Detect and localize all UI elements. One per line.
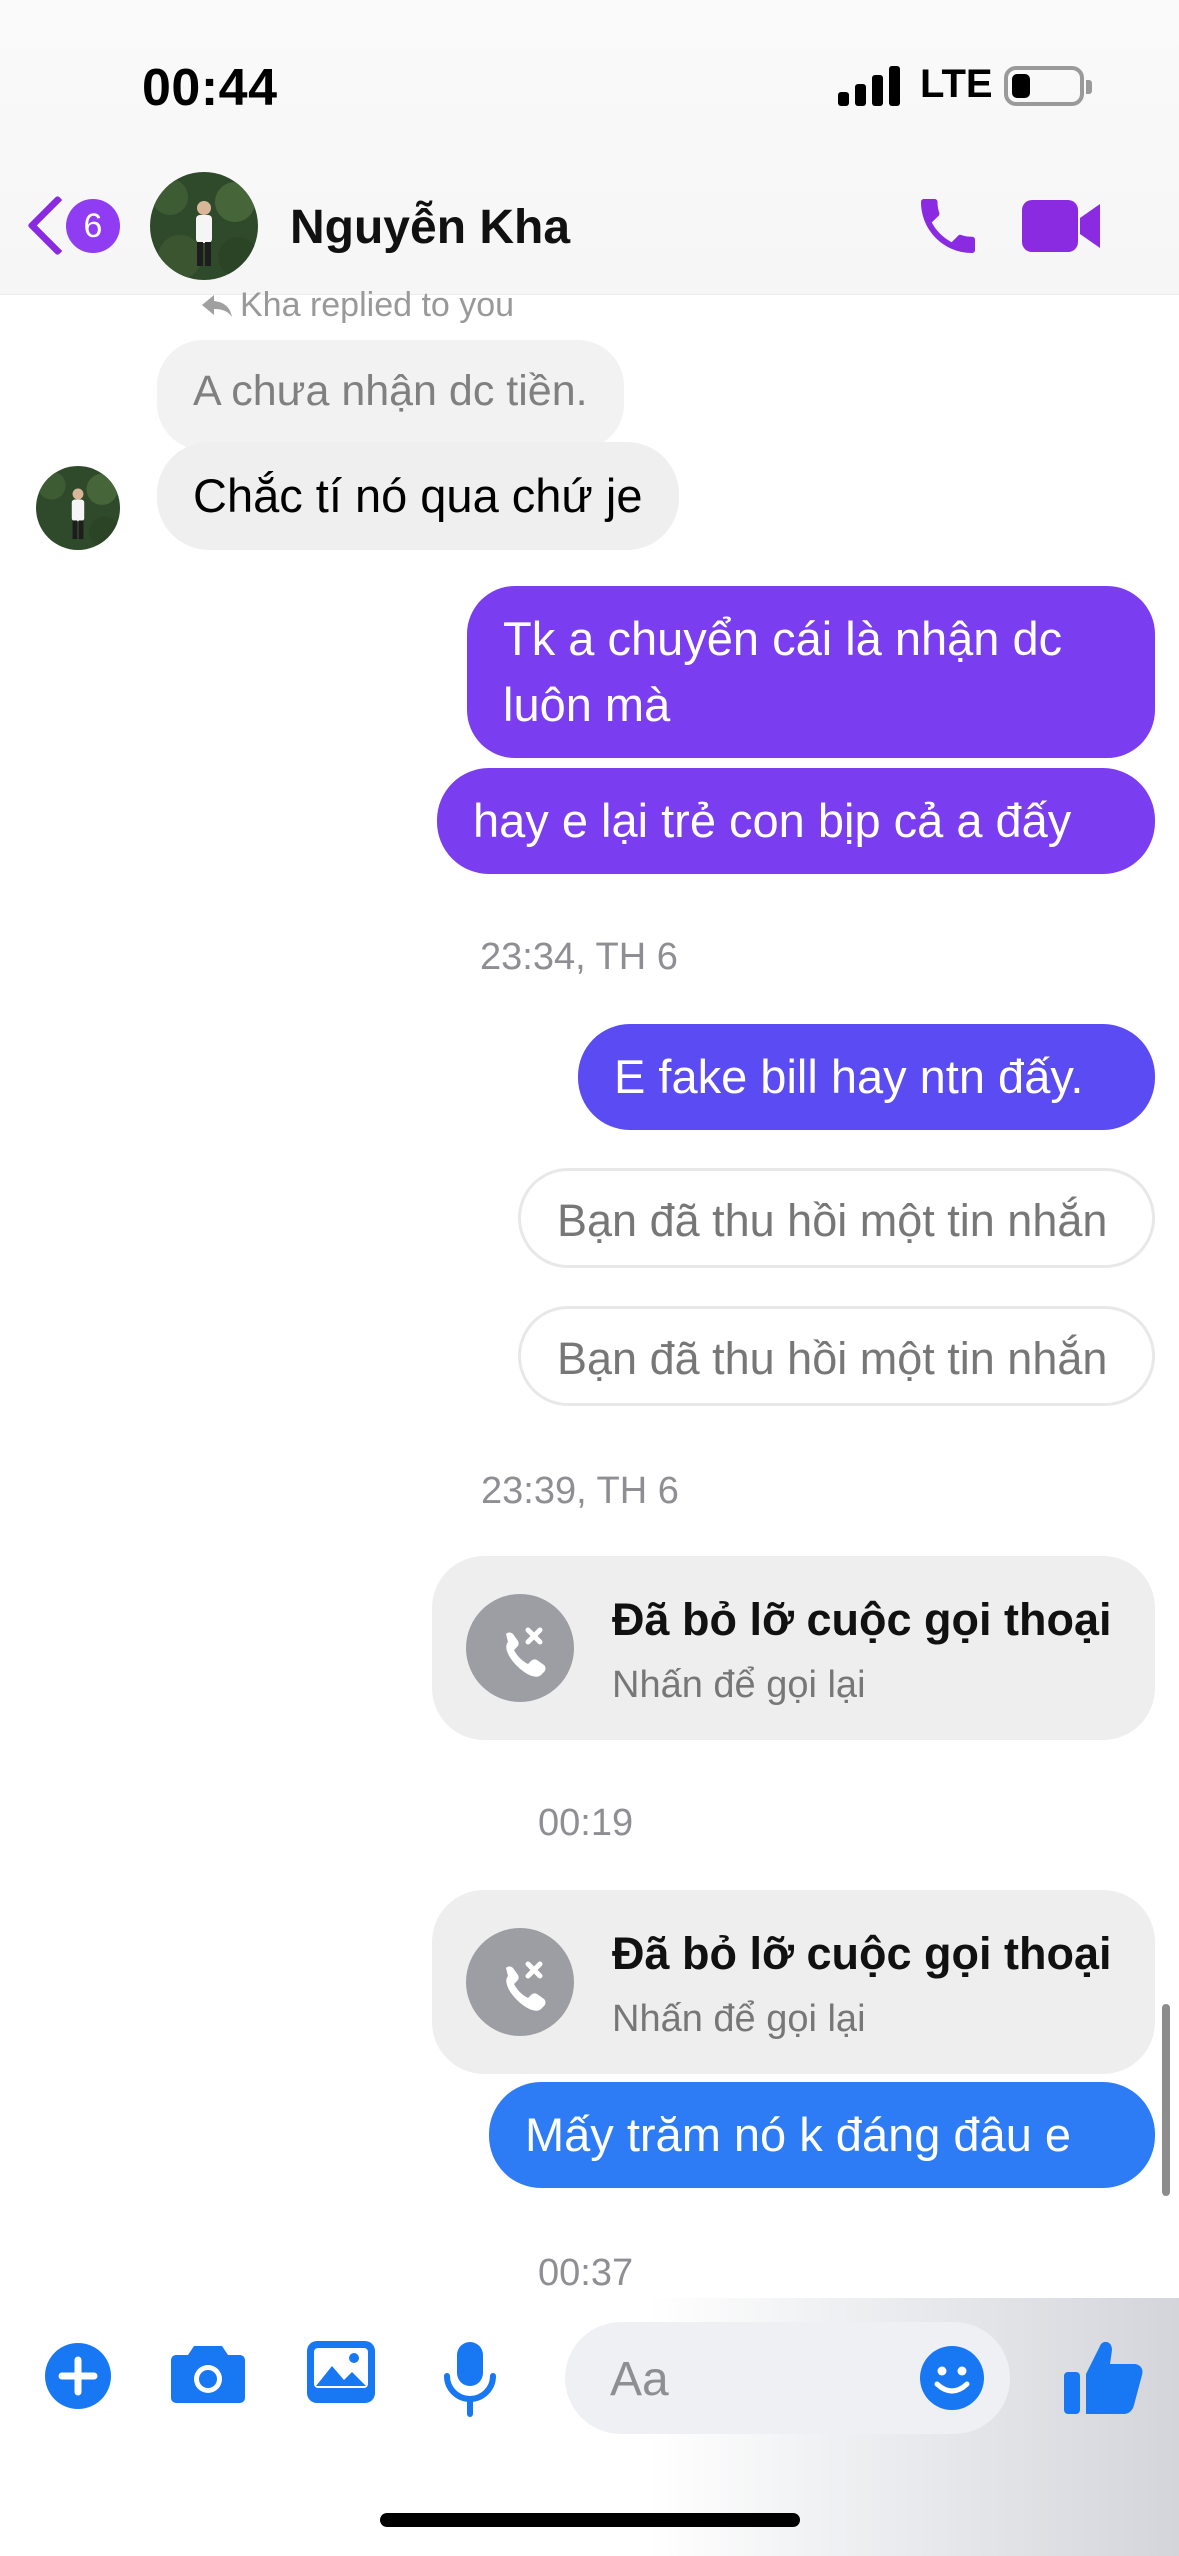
video-camera-icon[interactable] [1022,198,1102,254]
incoming-message[interactable]: Chắc tí nó qua chứ je [157,442,679,550]
timestamp: 00:19 [538,1802,634,1844]
timestamp: 00:37 [538,2252,634,2294]
cellular-signal-icon [838,66,900,106]
scrollbar[interactable] [1162,2004,1170,2196]
back-chevron-icon[interactable] [26,190,66,260]
outgoing-message[interactable]: hay e lại trẻ con bịp cả a đấy [437,768,1155,874]
missed-call-card[interactable]: Đã bỏ lỡ cuộc gọi thoại Nhấn để gọi lại [432,1890,1155,2074]
unread-badge[interactable]: 6 [66,199,120,253]
missed-call-title: Đã bỏ lỡ cuộc gọi thoại [612,1928,1112,1979]
phone-icon[interactable] [912,190,984,262]
unsent-message[interactable]: Bạn đã thu hồi một tin nhắn [518,1168,1155,1268]
message-input[interactable]: Aa [565,2322,1010,2434]
sender-avatar[interactable] [36,466,120,550]
messenger-chat-screen: 6 Nguyễn Kha 00:44 LTE Kha replied to yo… [0,0,1179,2556]
contact-avatar[interactable] [150,172,258,280]
missed-call-subtitle: Nhấn để gọi lại [612,1998,866,2040]
outgoing-message[interactable]: Tk a chuyển cái là nhận dc luôn mà [467,586,1155,758]
status-bar: 00:44 LTE [0,0,1179,160]
emoji-icon[interactable] [918,2344,986,2412]
missed-call-card[interactable]: Đã bỏ lỡ cuộc gọi thoại Nhấn để gọi lại [432,1556,1155,1740]
timestamp: 23:34, TH 6 [480,936,678,978]
contact-name[interactable]: Nguyễn Kha [290,200,570,255]
battery-icon [1004,66,1092,106]
missed-call-subtitle: Nhấn để gọi lại [612,1664,866,1706]
home-indicator[interactable] [380,2513,800,2527]
missed-call-icon [466,1928,574,2036]
status-time: 00:44 [142,59,278,117]
gallery-icon[interactable] [306,2340,378,2412]
quoted-message-text: A chưa nhận dc tiền. [193,367,588,415]
message-input-placeholder: Aa [610,2353,669,2406]
missed-call-title: Đã bỏ lỡ cuộc gọi thoại [612,1594,1112,1645]
network-type: LTE [920,62,993,106]
reply-note-text: Kha replied to you [240,286,515,324]
missed-call-icon [466,1594,574,1702]
quoted-message[interactable]: A chưa nhận dc tiền. [157,340,624,450]
outgoing-message[interactable]: Mấy trăm nó k đáng đâu e [489,2082,1155,2188]
camera-icon[interactable] [170,2340,245,2412]
timestamp: 23:39, TH 6 [481,1470,679,1512]
reply-note: Kha replied to you [200,286,514,325]
plus-icon[interactable] [42,2340,114,2412]
thumbs-up-icon[interactable] [1060,2334,1146,2420]
microphone-icon[interactable] [440,2340,512,2417]
unsent-message[interactable]: Bạn đã thu hồi một tin nhắn [518,1306,1155,1406]
outgoing-message[interactable]: E fake bill hay ntn đấy. [578,1024,1155,1130]
reply-arrow-icon [202,295,232,317]
